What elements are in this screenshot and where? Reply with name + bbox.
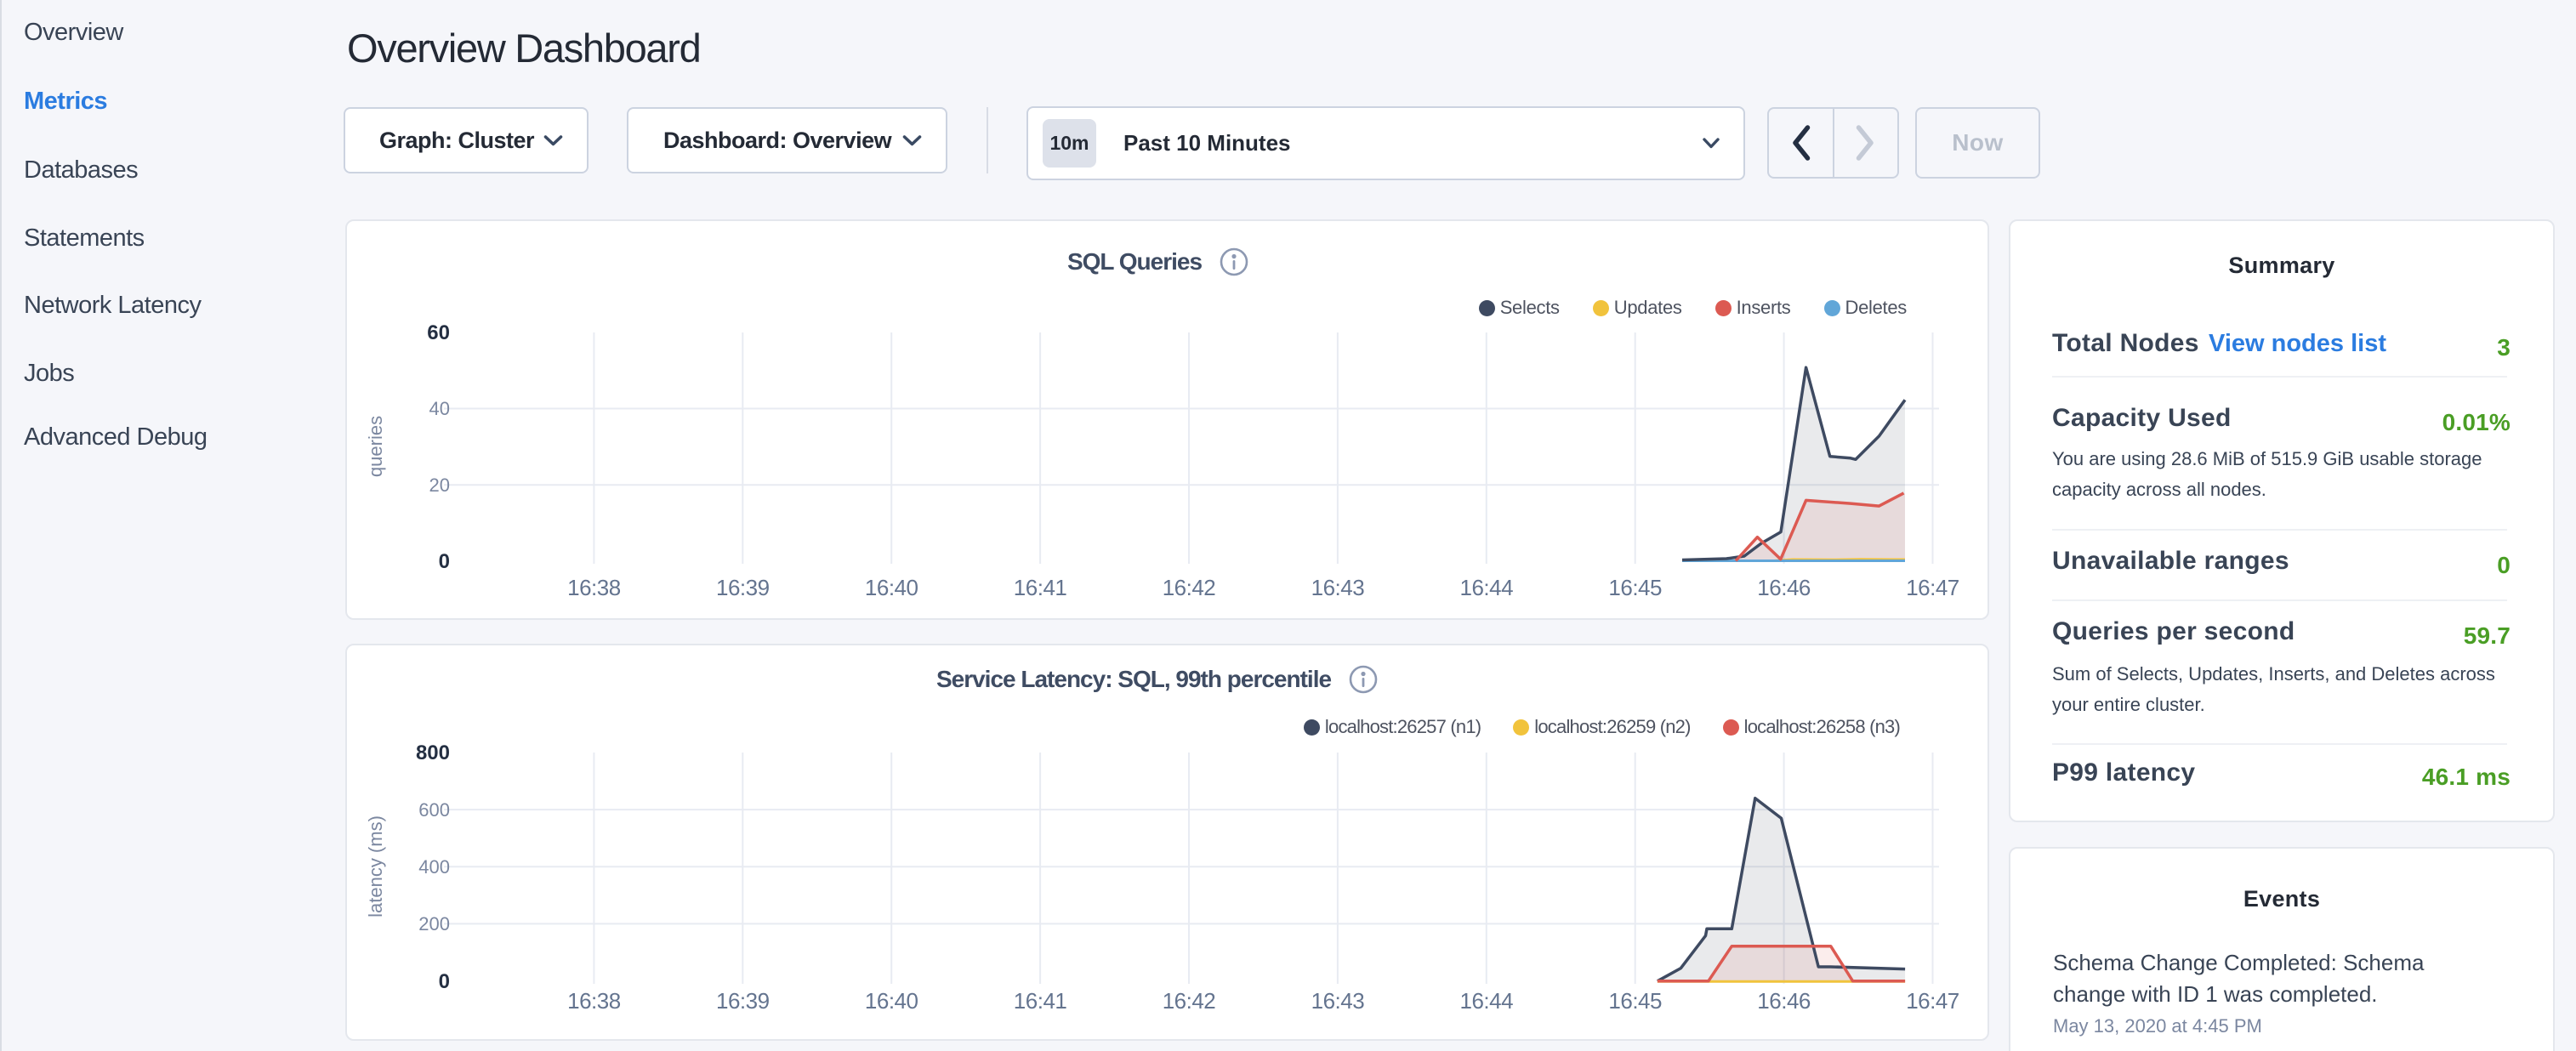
svg-text:latency (ms): latency (ms) — [365, 815, 386, 917]
svg-text:16:39: 16:39 — [716, 575, 770, 600]
svg-text:queries: queries — [365, 416, 386, 477]
svg-text:16:38: 16:38 — [567, 988, 621, 1014]
svg-text:800: 800 — [416, 741, 450, 764]
svg-text:16:40: 16:40 — [865, 988, 918, 1014]
svg-text:0: 0 — [439, 550, 450, 573]
svg-text:16:47: 16:47 — [1906, 988, 1959, 1014]
svg-text:16:45: 16:45 — [1608, 988, 1662, 1014]
svg-text:60: 60 — [427, 321, 450, 344]
svg-text:40: 40 — [429, 398, 450, 419]
svg-text:16:46: 16:46 — [1757, 988, 1811, 1014]
svg-text:400: 400 — [418, 856, 450, 878]
svg-text:16:46: 16:46 — [1757, 575, 1811, 600]
svg-text:16:39: 16:39 — [716, 988, 770, 1014]
svg-text:16:43: 16:43 — [1311, 988, 1365, 1014]
svg-text:16:44: 16:44 — [1460, 988, 1514, 1014]
svg-text:20: 20 — [429, 474, 450, 496]
svg-text:200: 200 — [418, 913, 450, 935]
svg-text:16:42: 16:42 — [1163, 575, 1216, 600]
svg-text:16:41: 16:41 — [1014, 575, 1067, 600]
svg-text:16:45: 16:45 — [1608, 575, 1662, 600]
svg-text:16:42: 16:42 — [1163, 988, 1216, 1014]
svg-text:16:43: 16:43 — [1311, 575, 1365, 600]
svg-text:0: 0 — [439, 970, 450, 993]
svg-text:16:38: 16:38 — [567, 575, 621, 600]
svg-text:16:47: 16:47 — [1906, 575, 1959, 600]
svg-text:16:41: 16:41 — [1014, 988, 1067, 1014]
svg-text:600: 600 — [418, 799, 450, 821]
svg-text:16:44: 16:44 — [1460, 575, 1514, 600]
svg-text:16:40: 16:40 — [865, 575, 918, 600]
